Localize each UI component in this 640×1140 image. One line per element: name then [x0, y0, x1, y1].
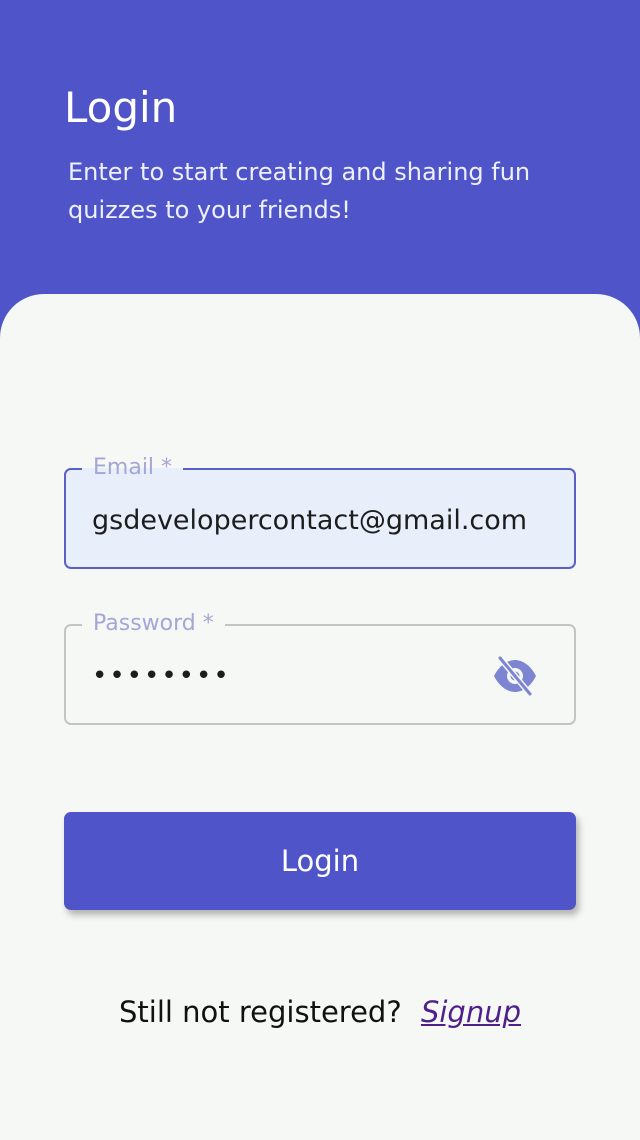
signup-link[interactable]: Signup — [421, 995, 521, 1029]
email-field: Email * — [64, 454, 576, 569]
eye-off-icon[interactable] — [492, 655, 538, 697]
password-label: Password * — [82, 610, 225, 638]
email-input[interactable] — [92, 498, 548, 542]
page-subtitle: Enter to start creating and sharing fun … — [68, 158, 531, 224]
header: Login Enter to start creating and sharin… — [0, 0, 640, 320]
login-button[interactable]: Login — [64, 812, 576, 910]
password-input[interactable] — [92, 654, 472, 698]
password-field: Password * — [64, 610, 576, 725]
signup-prompt: Still not registered? — [119, 995, 402, 1029]
email-label: Email * — [82, 454, 184, 482]
eye-off-icon-graphic — [494, 655, 536, 697]
signup-row: Still not registered? Signup — [0, 990, 640, 1034]
page-title: Login — [64, 83, 178, 132]
